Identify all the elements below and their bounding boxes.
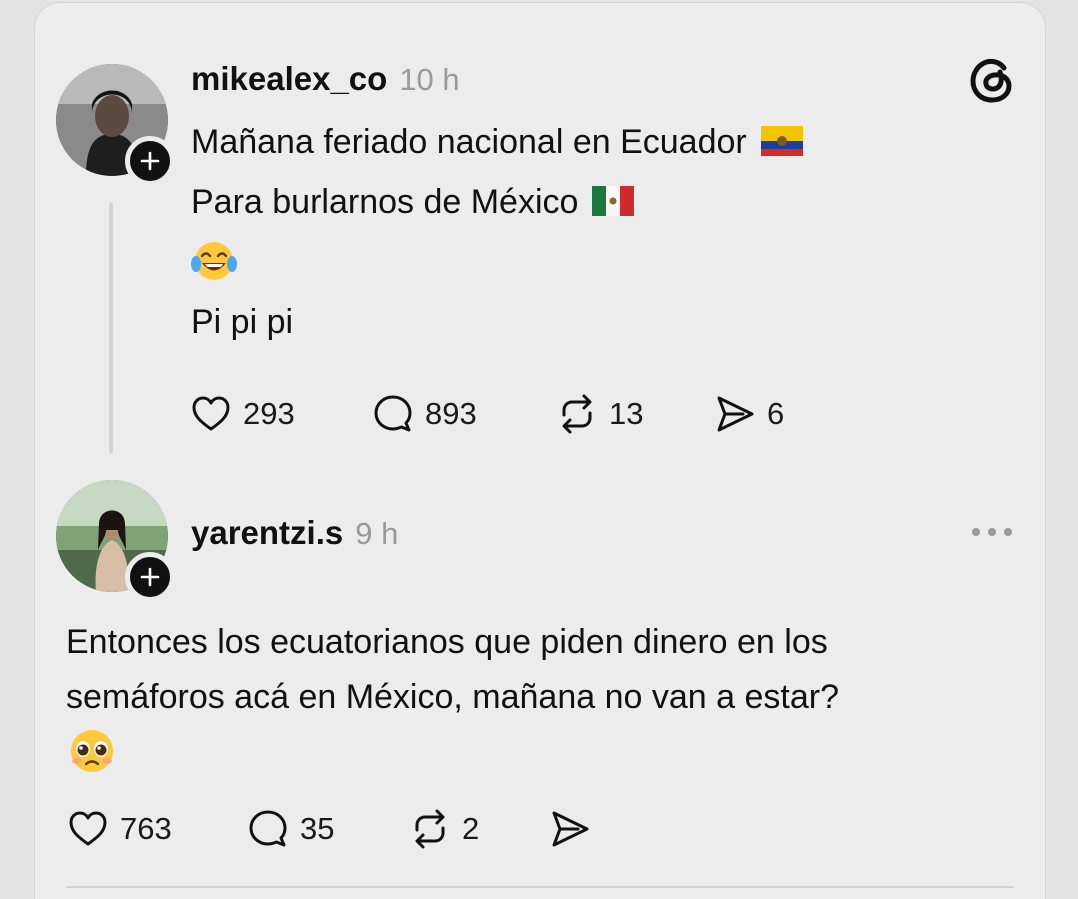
timestamp: 9 h <box>355 516 399 551</box>
post-actions: 763 35 2 <box>66 807 592 851</box>
thread-connector <box>109 202 113 454</box>
heart-icon <box>192 396 230 431</box>
post-header: yarentzi.s 9 h <box>191 514 398 552</box>
timestamp: 10 h <box>399 62 460 97</box>
repost-button[interactable]: 2 <box>408 807 548 851</box>
share-button[interactable] <box>548 807 592 851</box>
more-icon[interactable] <box>970 522 1014 542</box>
username[interactable]: yarentzi.s <box>191 514 343 552</box>
reply-count: 35 <box>300 811 335 846</box>
follow-plus-button[interactable] <box>125 136 175 186</box>
share-icon <box>717 396 754 432</box>
follow-plus-button[interactable] <box>125 552 175 602</box>
like-count: 763 <box>120 811 172 846</box>
share-button[interactable]: 6 <box>713 392 784 436</box>
repost-icon <box>562 394 592 434</box>
repost-icon <box>415 809 445 849</box>
comment-icon <box>249 810 287 847</box>
post-divider <box>66 886 1014 888</box>
post-text-line-2: semáforos acá en México, mañana no van a… <box>66 678 839 716</box>
reply-count: 893 <box>425 396 477 431</box>
threads-logo-icon[interactable] <box>966 54 1018 106</box>
share-count: 6 <box>767 396 785 431</box>
post-actions: 293 893 13 6 <box>189 392 784 436</box>
like-count: 293 <box>243 396 295 431</box>
like-button[interactable]: 763 <box>66 807 246 851</box>
post-text-line-2: Para burlarnos de México <box>191 182 635 222</box>
mexico-flag-emoji <box>592 186 635 217</box>
post-text-line-1: Entonces los ecuatorianos que piden dine… <box>66 623 828 661</box>
post-header: mikealex_co 10 h <box>191 60 460 98</box>
like-button[interactable]: 293 <box>189 392 371 436</box>
reply-button[interactable]: 893 <box>371 392 555 436</box>
repost-count: 2 <box>462 811 480 846</box>
share-icon <box>552 811 589 847</box>
comment-icon <box>374 395 412 432</box>
plus-icon <box>140 151 160 171</box>
repost-button[interactable]: 13 <box>555 392 713 436</box>
plus-icon <box>140 567 160 587</box>
heart-icon <box>69 811 107 846</box>
repost-count: 13 <box>609 396 644 431</box>
tears-of-joy-emoji <box>190 240 238 287</box>
username[interactable]: mikealex_co <box>191 60 387 98</box>
post-text-line-1: Mañana feriado nacional en Ecuador <box>191 122 803 162</box>
ecuador-flag-emoji <box>760 126 803 157</box>
pleading-face-emoji <box>68 728 116 779</box>
reply-button[interactable]: 35 <box>246 807 408 851</box>
post-text-line-3: Pi pi pi <box>191 303 294 341</box>
